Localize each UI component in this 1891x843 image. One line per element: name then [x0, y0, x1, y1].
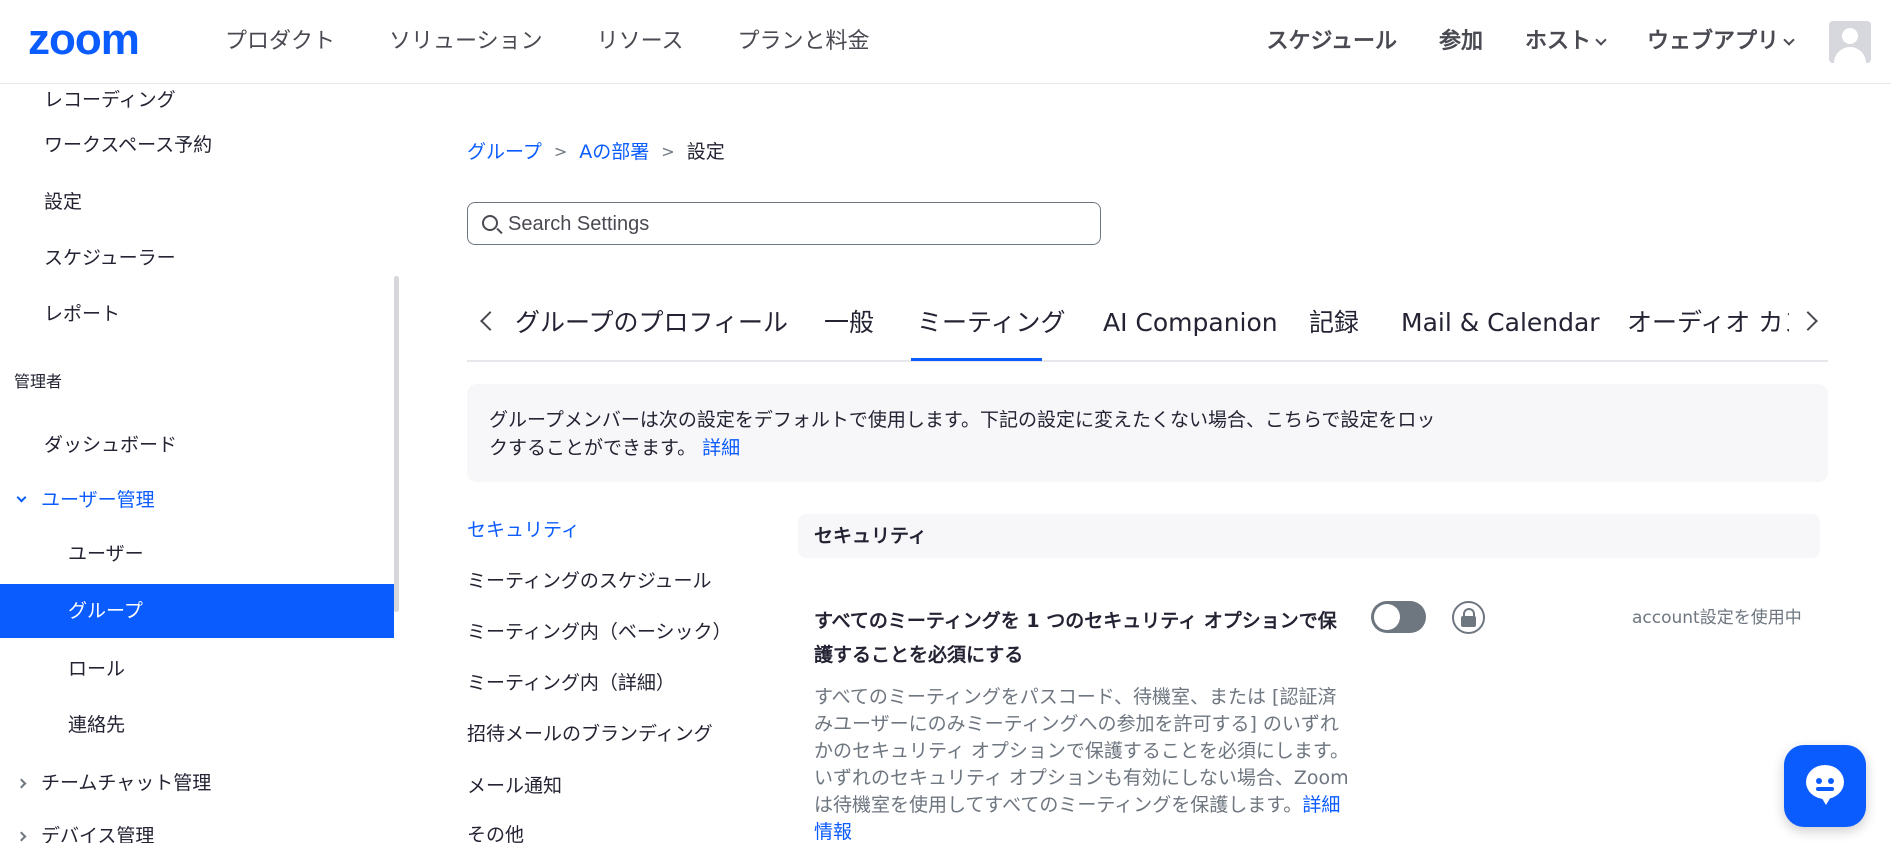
- nav-right-menu: スケジュール 参加 ホスト ウェブアプリ: [1266, 20, 1891, 64]
- sidebar-item-label: ユーザー管理: [41, 489, 155, 511]
- search-icon: [482, 215, 498, 231]
- nav-resources[interactable]: リソース: [597, 26, 684, 58]
- security-required-toggle[interactable]: [1371, 601, 1426, 633]
- sidebar-item-dashboard[interactable]: ダッシュボード: [44, 431, 177, 459]
- subnav-schedule[interactable]: ミーティングのスケジュール: [467, 567, 712, 595]
- search-input[interactable]: [508, 209, 1088, 239]
- nav-pricing[interactable]: プランと料金: [737, 26, 869, 58]
- sidebar-item-roles[interactable]: ロール: [68, 655, 125, 683]
- sidebar-scrollbar[interactable]: [394, 276, 399, 612]
- chevron-right-icon: [16, 831, 27, 841]
- nav-solutions[interactable]: ソリューション: [389, 26, 543, 58]
- tab-audio-conference[interactable]: オーディオ カンファレンス: [1627, 306, 1789, 340]
- sidebar-item-users[interactable]: ユーザー: [68, 540, 144, 568]
- chat-bubble-icon: [1806, 765, 1844, 805]
- nav-products[interactable]: プロダクト: [225, 26, 335, 58]
- sidebar-item-groups[interactable]: グループ: [0, 584, 394, 638]
- nav-host[interactable]: ホスト: [1524, 26, 1607, 58]
- nav-host-label: ホスト: [1524, 29, 1591, 54]
- nav-left-menu: プロダクト ソリューション リソース プランと料金: [225, 26, 924, 58]
- search-box: [467, 202, 1101, 245]
- notice-message: グループメンバーは次の設定をデフォルトで使用します。下記の設定に変えたくない場合…: [489, 409, 1436, 459]
- breadcrumb-current: 設定: [686, 141, 725, 163]
- sidebar-admin-header: 管理者: [14, 372, 63, 391]
- zoom-logo[interactable]: zoom: [28, 18, 140, 62]
- nav-schedule[interactable]: スケジュール: [1266, 26, 1396, 58]
- setting-description: すべてのミーティングをパスコード、待機室、または [認証済みユーザーにのみミーテ…: [814, 684, 1350, 843]
- nav-join[interactable]: 参加: [1439, 26, 1483, 58]
- tab-general[interactable]: 一般: [824, 306, 874, 340]
- chat-support-button[interactable]: [1784, 745, 1866, 827]
- tab-group-profile[interactable]: グループのプロフィール: [515, 306, 788, 340]
- top-nav: zoom プロダクト ソリューション リソース プランと料金 スケジュール 参加…: [0, 0, 1891, 84]
- sidebar-item-label: デバイス管理: [41, 825, 155, 843]
- chevron-right-icon: [16, 778, 27, 788]
- tab-ai-companion[interactable]: AI Companion: [1103, 306, 1278, 340]
- sidebar-item-reports[interactable]: レポート: [44, 300, 120, 328]
- avatar[interactable]: [1829, 21, 1871, 63]
- sidebar-item-team-chat[interactable]: チームチャット管理: [16, 769, 212, 797]
- notice-text: グループメンバーは次の設定をデフォルトで使用します。下記の設定に変えたくない場合…: [489, 406, 1449, 462]
- active-tab-indicator: [911, 358, 1042, 361]
- chat-bot-eye-icon: [1816, 778, 1822, 784]
- section-title: セキュリティ: [814, 525, 927, 547]
- sidebar-item-label: グループ: [68, 600, 143, 622]
- lock-body-icon: [1461, 616, 1476, 627]
- chat-bot-eye-icon: [1828, 778, 1834, 784]
- lock-icon[interactable]: [1452, 601, 1485, 634]
- breadcrumb-dept[interactable]: Aの部署: [579, 138, 649, 166]
- chevron-down-icon: [16, 492, 27, 503]
- sidebar-item-contacts[interactable]: 連絡先: [68, 711, 125, 739]
- subnav-in-meeting-basic[interactable]: ミーティング内（ベーシック）: [467, 618, 731, 646]
- nav-join-label: 参加: [1438, 29, 1483, 54]
- notice-more-link[interactable]: 詳細: [702, 437, 740, 459]
- subnav-other[interactable]: その他: [467, 821, 524, 843]
- subnav-in-meeting-advanced[interactable]: ミーティング内（詳細）: [467, 669, 675, 697]
- tab-mail-calendar[interactable]: Mail & Calendar: [1401, 306, 1600, 340]
- chevron-down-icon: [1783, 34, 1795, 46]
- tab-audio-clip: オーディオ カンファレンス: [1627, 296, 1789, 356]
- info-notice: グループメンバーは次の設定をデフォルトで使用します。下記の設定に変えたくない場合…: [467, 384, 1828, 482]
- sidebar-item-recording[interactable]: レコーディング: [44, 86, 176, 114]
- avatar-head-icon: [1842, 28, 1858, 44]
- section-header: セキュリティ: [798, 514, 1820, 558]
- nav-webapp-label: ウェブアプリ: [1646, 29, 1779, 54]
- sidebar-item-label: チームチャット管理: [41, 772, 212, 794]
- setting-description-text: すべてのミーティングをパスコード、待機室、または [認証済みユーザーにのみミーテ…: [814, 686, 1350, 816]
- breadcrumb-separator: >: [661, 142, 675, 161]
- subnav-invite-branding[interactable]: 招待メールのブランディング: [467, 720, 713, 748]
- subnav-email-notifications[interactable]: メール通知: [467, 772, 562, 800]
- sidebar-item-user-management[interactable]: ユーザー管理: [16, 486, 155, 514]
- sidebar: レコーディング ワークスペース予約 設定 スケジューラー レポート 管理者 ダッ…: [0, 84, 400, 843]
- chevron-down-icon: [1595, 34, 1607, 46]
- breadcrumb: グループ > Aの部署 > 設定: [467, 138, 725, 166]
- sidebar-item-devices[interactable]: デバイス管理: [16, 822, 155, 843]
- setting-title: すべてのミーティングを 1 つのセキュリティ オプションで保護することを必須にす…: [814, 610, 1337, 666]
- breadcrumb-group[interactable]: グループ: [467, 138, 542, 166]
- sidebar-item-workspace[interactable]: ワークスペース予約: [44, 131, 212, 159]
- nav-schedule-label: スケジュール: [1266, 29, 1397, 54]
- chevron-right-icon[interactable]: [1798, 311, 1818, 331]
- avatar-body-icon: [1834, 47, 1866, 63]
- settings-tabs: グループのプロフィール 一般 ミーティング AI Companion 記録 Ma…: [467, 296, 1828, 362]
- subnav-security[interactable]: セキュリティ: [467, 516, 580, 544]
- tab-meeting[interactable]: ミーティング: [917, 306, 1066, 340]
- nav-webapp[interactable]: ウェブアプリ: [1646, 26, 1795, 58]
- toggle-knob: [1374, 604, 1400, 630]
- setting-usage-status: account設定を使用中: [1632, 608, 1802, 628]
- chevron-left-icon[interactable]: [480, 311, 500, 331]
- sidebar-item-settings[interactable]: 設定: [44, 188, 82, 216]
- sidebar-item-scheduler[interactable]: スケジューラー: [44, 244, 176, 272]
- breadcrumb-separator: >: [553, 142, 568, 161]
- chat-bot-mouth-icon: [1816, 787, 1834, 791]
- tab-recording[interactable]: 記録: [1309, 306, 1359, 340]
